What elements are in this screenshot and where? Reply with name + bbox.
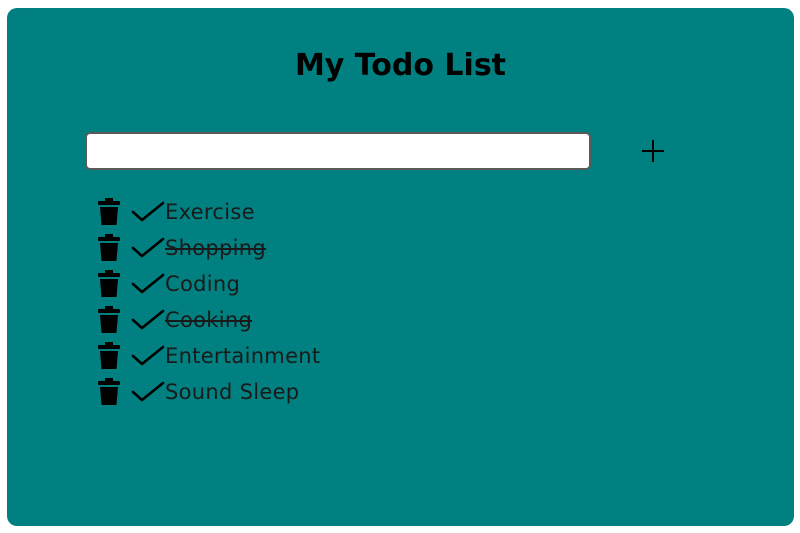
delete-todo-button[interactable] [95,341,123,371]
complete-todo-button[interactable] [129,305,167,335]
complete-todo-button[interactable] [129,269,167,299]
check-icon [131,381,165,402]
check-icon [131,237,165,258]
complete-todo-button[interactable] [129,197,167,227]
todo-item: Exercise [95,194,320,230]
check-icon [131,273,165,294]
delete-todo-button[interactable] [95,305,123,335]
todo-input[interactable] [85,132,591,170]
todo-list: Exercise Shopping Coding Cooking Entertainme… [95,194,320,410]
trash-icon [98,378,120,405]
todo-label: Cooking [165,308,253,332]
check-icon [131,201,165,222]
check-icon [131,345,165,366]
todo-label: Sound Sleep [165,380,300,404]
complete-todo-button[interactable] [129,233,167,263]
delete-todo-button[interactable] [95,197,123,227]
todo-item: Sound Sleep [95,374,320,410]
delete-todo-button[interactable] [95,269,123,299]
complete-todo-button[interactable] [129,341,167,371]
page-title: My Todo List [294,48,507,83]
trash-icon [98,198,120,225]
plus-icon [642,140,664,162]
todo-label: Coding [165,272,241,296]
trash-icon [98,270,120,297]
todo-label: Shopping [165,236,267,260]
todo-item: Cooking [95,302,320,338]
delete-todo-button[interactable] [95,233,123,263]
delete-todo-button[interactable] [95,377,123,407]
todo-label: Entertainment [165,344,321,368]
check-icon [131,309,165,330]
add-todo-button[interactable] [633,136,673,166]
trash-icon [98,306,120,333]
complete-todo-button[interactable] [129,377,167,407]
trash-icon [98,234,120,261]
todo-item: Shopping [95,230,320,266]
todo-item: Entertainment [95,338,320,374]
trash-icon [98,342,120,369]
todo-item: Coding [95,266,320,302]
todo-card: My Todo List Exercise Shopping Coding Cooki… [7,8,794,526]
todo-label: Exercise [165,200,255,224]
